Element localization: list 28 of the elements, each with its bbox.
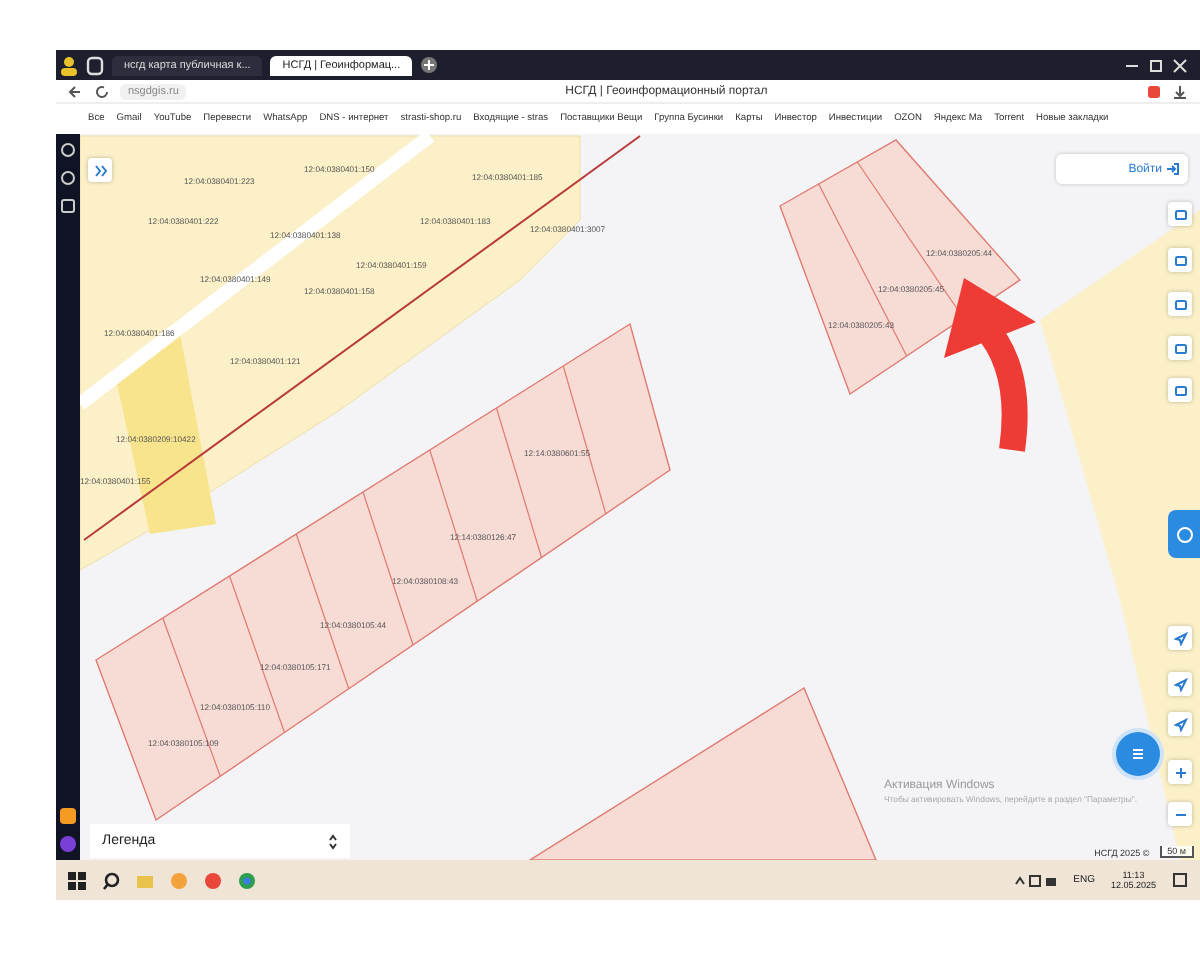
new-tab-icon[interactable] bbox=[420, 56, 439, 74]
zoom-out-button[interactable] bbox=[1168, 802, 1192, 826]
location-icon[interactable] bbox=[1168, 626, 1192, 650]
tray-icons[interactable] bbox=[1013, 873, 1058, 887]
tab-switcher-icon[interactable] bbox=[86, 55, 104, 75]
sort-icon bbox=[328, 833, 338, 849]
chevrons-icon bbox=[93, 163, 107, 177]
plus-icon bbox=[1173, 765, 1187, 779]
expand-button[interactable] bbox=[88, 158, 112, 182]
maximize-icon[interactable] bbox=[1148, 57, 1164, 73]
side-panel-tab[interactable] bbox=[1168, 510, 1200, 558]
notification-icon[interactable] bbox=[1172, 872, 1188, 888]
reload-icon[interactable] bbox=[94, 83, 110, 99]
circle-icon[interactable] bbox=[60, 170, 76, 186]
back-icon[interactable] bbox=[68, 83, 84, 99]
windows-icon[interactable] bbox=[68, 871, 86, 889]
extension-icon[interactable] bbox=[1146, 83, 1162, 99]
download-icon[interactable] bbox=[1172, 83, 1188, 99]
circle-icon[interactable] bbox=[60, 142, 76, 158]
profile-icon[interactable] bbox=[60, 55, 78, 75]
search-icon[interactable] bbox=[102, 871, 120, 889]
close-icon[interactable] bbox=[1172, 57, 1188, 73]
lines-icon bbox=[1128, 744, 1148, 764]
square-icon[interactable] bbox=[60, 198, 76, 214]
login-icon bbox=[1166, 162, 1180, 176]
menu-button[interactable] bbox=[1116, 732, 1160, 776]
circle-icon bbox=[1175, 525, 1193, 543]
zoom-in-button[interactable] bbox=[1168, 760, 1192, 784]
